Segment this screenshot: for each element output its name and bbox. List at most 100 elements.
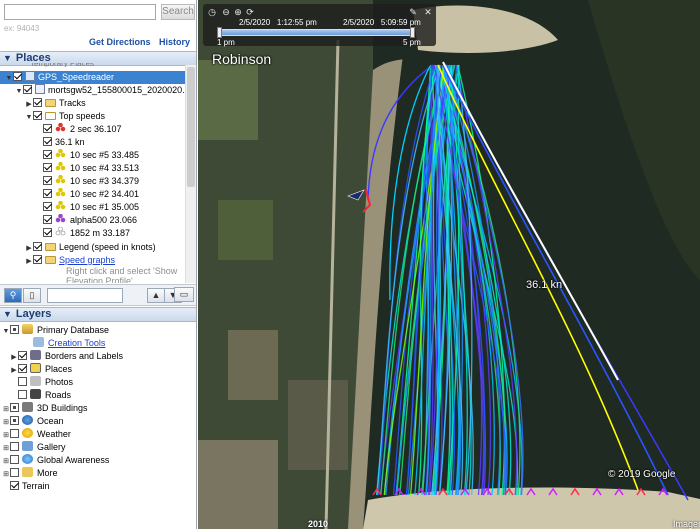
get-directions-link[interactable]: Get Directions bbox=[89, 37, 151, 47]
checkbox[interactable] bbox=[43, 150, 52, 159]
layer-item-3d-buildings[interactable]: ⊞ 3D Buildings bbox=[0, 402, 88, 415]
tree-item-10sec-3[interactable]: 10 sec #3 34.379 bbox=[0, 175, 139, 188]
field-patch bbox=[288, 380, 348, 470]
tree-item-2sec[interactable]: 2 sec 36.107 bbox=[0, 123, 122, 136]
tree-item-10sec-2[interactable]: 10 sec #2 34.401 bbox=[0, 188, 139, 201]
imagery-credit: Imager bbox=[673, 519, 700, 529]
move-up-button[interactable]: ▲ bbox=[147, 288, 165, 303]
magnifier-icon: ⚲ bbox=[9, 290, 17, 300]
end-handle[interactable] bbox=[410, 27, 415, 38]
layer-item-places[interactable]: ▶ Places bbox=[0, 363, 72, 376]
repeat-icon[interactable]: ⟳ bbox=[245, 7, 255, 17]
collapse-triangle-icon: ▼ bbox=[3, 309, 12, 319]
tree-item-alpha500[interactable]: alpha500 23.066 bbox=[0, 214, 137, 227]
layer-item-creation-tools[interactable]: Creation Tools bbox=[0, 337, 105, 350]
field-patch bbox=[198, 440, 278, 529]
checkbox[interactable] bbox=[10, 455, 19, 464]
checkbox[interactable] bbox=[18, 351, 27, 360]
history-link[interactable]: History bbox=[159, 37, 190, 47]
folder-icon bbox=[45, 243, 56, 251]
kml-file-icon bbox=[25, 71, 35, 81]
map-view[interactable]: ◷ ⊖ ⊕ ⟳ ✎ ✕ 2/5/2020 1:12:55 pm 2/5/2020… bbox=[198, 0, 700, 529]
toolbar-field[interactable] bbox=[47, 288, 123, 303]
layer-item-photos[interactable]: Photos bbox=[0, 376, 73, 389]
layer-item-gallery[interactable]: ⊞ Gallery bbox=[0, 441, 66, 454]
places-scrollbar[interactable] bbox=[185, 65, 196, 283]
satellite-imagery bbox=[198, 0, 700, 529]
checkbox[interactable] bbox=[43, 202, 52, 211]
checkbox[interactable] bbox=[10, 403, 19, 412]
search-panel-button[interactable]: ⚲ bbox=[4, 288, 22, 303]
checkbox[interactable] bbox=[23, 85, 32, 94]
road-icon bbox=[30, 389, 41, 399]
tree-item-legend[interactable]: ▶ Legend (speed in knots) bbox=[0, 241, 156, 254]
folder-menu-button[interactable]: ▭ bbox=[174, 287, 194, 302]
checkbox[interactable] bbox=[10, 442, 19, 451]
layers-tree: ▼ Primary Database Creation Tools ▶ Border… bbox=[0, 322, 196, 529]
purple-dots-icon bbox=[55, 214, 67, 224]
tree-item-10sec-5[interactable]: 10 sec #5 33.485 bbox=[0, 149, 139, 162]
time-slider[interactable]: ◷ ⊖ ⊕ ⟳ ✎ ✕ 2/5/2020 1:12:55 pm 2/5/2020… bbox=[203, 4, 436, 47]
checkbox[interactable] bbox=[43, 215, 52, 224]
checkbox[interactable] bbox=[13, 72, 22, 81]
folder-icon bbox=[45, 256, 56, 264]
search-links: Get Directions History bbox=[83, 37, 190, 47]
checkbox[interactable] bbox=[33, 111, 42, 120]
checkbox[interactable] bbox=[43, 189, 52, 198]
copyright: © 2019 Google bbox=[608, 469, 676, 480]
search-hint: ex: 94043 bbox=[4, 24, 40, 33]
layer-item-ocean[interactable]: ⊞ Ocean bbox=[0, 415, 64, 428]
layer-item-weather[interactable]: ⊞ Weather bbox=[0, 428, 71, 441]
layer-item-terrain[interactable]: Terrain bbox=[0, 480, 50, 493]
sidebar-toggle-button[interactable]: ▯ bbox=[23, 288, 41, 303]
layer-item-more[interactable]: ⊞ More bbox=[0, 467, 58, 480]
checkbox[interactable] bbox=[10, 468, 19, 477]
tree-item-gps-speedreader[interactable]: ▼ GPS_Speedreader bbox=[0, 71, 185, 84]
checkbox[interactable] bbox=[43, 163, 52, 172]
open-folder-icon bbox=[45, 112, 56, 120]
place-label: Robinson bbox=[212, 51, 272, 67]
checkbox[interactable] bbox=[33, 98, 42, 107]
tree-item-track-file[interactable]: ▼ mortsgw52_155800015_2020020... bbox=[0, 84, 185, 97]
checkbox[interactable] bbox=[33, 255, 42, 264]
panel-icon: ▯ bbox=[29, 290, 35, 300]
tree-item-36kn[interactable]: 36.1 kn bbox=[0, 136, 85, 149]
checkbox[interactable] bbox=[33, 242, 42, 251]
layers-header[interactable]: ▼ Layers bbox=[0, 307, 196, 322]
start-handle[interactable] bbox=[217, 27, 222, 38]
layer-item-borders[interactable]: ▶ Borders and Labels bbox=[0, 350, 123, 363]
checkbox[interactable] bbox=[10, 416, 19, 425]
tree-item-10sec-4[interactable]: 10 sec #4 33.513 bbox=[0, 162, 139, 175]
search-button[interactable]: Search bbox=[161, 4, 195, 20]
tree-item-10sec-1[interactable]: 10 sec #1 35.005 bbox=[0, 201, 139, 214]
checkbox[interactable] bbox=[43, 137, 52, 146]
scrollbar-thumb[interactable] bbox=[187, 67, 195, 187]
places-tree: ▼ GPS_Speedreader ▼ mortsgw52_155800015_20… bbox=[0, 65, 185, 283]
yellow-dots-icon bbox=[55, 201, 67, 211]
checkbox[interactable] bbox=[18, 364, 27, 373]
time-range-track[interactable] bbox=[219, 29, 413, 36]
tree-item-tracks[interactable]: ▶ Tracks bbox=[0, 97, 86, 110]
folder-icon bbox=[45, 99, 56, 107]
checkbox[interactable] bbox=[10, 325, 19, 334]
checkbox[interactable] bbox=[18, 377, 27, 386]
checkbox[interactable] bbox=[43, 228, 52, 237]
checkbox[interactable] bbox=[18, 390, 27, 399]
zoom-out-icon[interactable]: ⊖ bbox=[221, 7, 231, 17]
layer-item-roads[interactable]: Roads bbox=[0, 389, 71, 402]
wrench-icon[interactable]: ✎ bbox=[408, 7, 418, 17]
close-icon[interactable]: ✕ bbox=[423, 7, 433, 17]
layer-item-primary-database[interactable]: ▼ Primary Database bbox=[0, 324, 109, 337]
checkbox[interactable] bbox=[43, 124, 52, 133]
checkbox[interactable] bbox=[10, 481, 19, 490]
zoom-in-icon[interactable]: ⊕ bbox=[233, 7, 243, 17]
tree-item-top-speeds[interactable]: ▼ Top speeds bbox=[0, 110, 105, 123]
checkbox[interactable] bbox=[43, 176, 52, 185]
imagery-year: 2010 bbox=[308, 519, 329, 529]
clock-icon[interactable]: ◷ bbox=[207, 7, 217, 17]
end-datetime: 2/5/2020 5:09:59 pm bbox=[343, 18, 421, 27]
search-input[interactable] bbox=[4, 4, 156, 20]
layer-item-global-awareness[interactable]: ⊞ Global Awareness bbox=[0, 454, 109, 467]
tree-item-1852m[interactable]: 1852 m 33.187 bbox=[0, 227, 130, 240]
checkbox[interactable] bbox=[10, 429, 19, 438]
